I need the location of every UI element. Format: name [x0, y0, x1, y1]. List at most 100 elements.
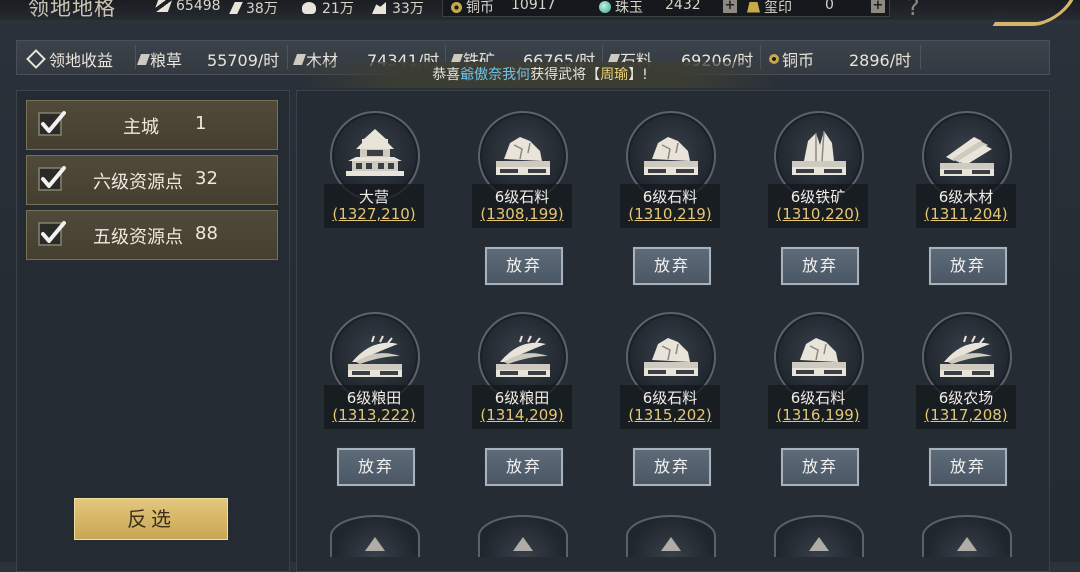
resource-value: 65498 [176, 0, 221, 14]
territory-tile-partial[interactable] [478, 515, 568, 557]
territory-tile[interactable]: 6级铁矿 (1310,220) 放弃 [744, 91, 884, 285]
tile-name: 6级石料 [494, 188, 550, 206]
wood-icon [940, 137, 994, 176]
resource-wood: 38万 [229, 0, 278, 18]
tile-name: 6级粮田 [494, 389, 550, 407]
tile-name: 6级粮田 [346, 389, 402, 407]
territory-tile[interactable]: 6级石料 (1310,219) 放弃 [596, 91, 736, 285]
filter-level5-resource[interactable]: 五级资源点 88 [26, 210, 278, 260]
notice-player-name[interactable]: 爺傲奈我何 [460, 67, 530, 83]
abandon-button[interactable]: 放弃 [633, 448, 711, 486]
grain-icon [940, 335, 994, 377]
resource-iron: 21万 [302, 0, 354, 18]
iron-icon [302, 2, 316, 14]
divider [135, 45, 136, 69]
territory-tile[interactable]: 6级石料 (1308,199) 放弃 [448, 91, 588, 285]
resource-value: 33万 [392, 1, 424, 17]
income-label: 铜币 [782, 51, 815, 70]
camp-icon [346, 129, 404, 176]
tile-coordinate-link[interactable]: (1313,222) [320, 406, 428, 424]
territory-tile-partial[interactable] [330, 515, 420, 557]
territory-tile-partial[interactable] [922, 515, 1012, 557]
grain-icon [136, 53, 151, 65]
tile-coordinate-link[interactable]: (1310,220) [764, 205, 872, 223]
filter-count: 88 [195, 223, 218, 244]
tile-coordinate-link[interactable]: (1327,210) [320, 205, 428, 223]
resource-icon [365, 537, 385, 551]
income-title: 领地收益 [26, 47, 114, 71]
jade-value: 2432 [665, 0, 701, 13]
add-seal-button[interactable]: + [871, 0, 885, 13]
stone-icon [792, 338, 846, 376]
filter-level6-resource[interactable]: 六级资源点 32 [26, 155, 278, 205]
resource-icon [957, 537, 977, 551]
invert-selection-button[interactable]: 反选 [74, 498, 228, 540]
copper-coin-icon [451, 1, 462, 13]
income-grain-value: 55709/时 [207, 51, 280, 70]
territory-tile[interactable]: 6级石料 (1316,199) 放弃 [744, 292, 884, 486]
diamond-icon [26, 49, 46, 69]
territory-tile[interactable]: 6级粮田 (1314,209) 放弃 [448, 292, 588, 486]
checkmark-icon [38, 221, 66, 246]
tile-name: 大营 [358, 188, 389, 206]
income-grain-label: 粮草 [136, 47, 182, 71]
help-icon[interactable]: ? [907, 0, 920, 21]
checkmark-icon [38, 166, 66, 191]
territory-tile[interactable]: 6级木材 (1311,204) 放弃 [892, 91, 1032, 285]
abandon-button[interactable]: 放弃 [485, 448, 563, 486]
stone-icon [372, 2, 386, 14]
stone-icon [644, 137, 698, 175]
territory-tile-partial[interactable] [626, 515, 716, 557]
abandon-button[interactable]: 放弃 [337, 448, 415, 486]
abandon-button[interactable]: 放弃 [633, 247, 711, 285]
currency-bar: 铜币 10917 珠玉 2432 + 玺印 0 + [442, 0, 890, 17]
add-jade-button[interactable]: + [723, 0, 737, 13]
abandon-button[interactable]: 放弃 [929, 247, 1007, 285]
abandon-button[interactable]: 放弃 [781, 247, 859, 285]
divider [920, 45, 921, 69]
broadcast-notice: 恭喜爺傲奈我何获得武将【周瑜】! [300, 62, 780, 88]
game-logo-icon [992, 0, 1074, 26]
territory-tile[interactable]: 6级粮田 (1313,222) 放弃 [300, 292, 440, 486]
grain-icon [496, 335, 550, 377]
tile-coordinate-link[interactable]: (1310,219) [616, 205, 724, 223]
territory-tile-partial[interactable] [774, 515, 864, 557]
notice-middle: 获得武将【 [530, 67, 601, 83]
tile-name: 6级石料 [642, 389, 698, 407]
abandon-button[interactable]: 放弃 [929, 448, 1007, 486]
wood-icon [229, 2, 243, 14]
tile-name: 6级木材 [938, 188, 994, 206]
territory-tile[interactable]: 6级农场 (1317,208) 放弃 [892, 292, 1032, 486]
resource-value: 38万 [246, 1, 278, 17]
resource-icon [513, 537, 533, 551]
grain-icon [348, 335, 402, 377]
resource-icon [809, 537, 829, 551]
currency-label: 珠玉 [615, 0, 643, 16]
currency-copper: 铜币 [451, 0, 494, 17]
stone-icon [644, 338, 698, 376]
tile-name: 6级石料 [790, 389, 846, 407]
filter-main-city[interactable]: 主城 1 [26, 100, 278, 150]
copper-value: 10917 [511, 0, 556, 13]
currency-seal: 玺印 [747, 0, 792, 17]
tile-coordinate-link[interactable]: (1316,199) [764, 406, 872, 424]
resource-stone: 33万 [372, 0, 424, 18]
tile-coordinate-link[interactable]: (1317,208) [912, 406, 1020, 424]
tile-coordinate-link[interactable]: (1308,199) [468, 205, 576, 223]
seal-icon [747, 1, 760, 13]
territory-grid: 大营 (1327,210) 6级石料 (1308,199) 放弃 6级石料 (1… [296, 90, 1050, 572]
currency-label: 玺印 [764, 0, 792, 16]
divider [287, 45, 288, 69]
tile-coordinate-link[interactable]: (1311,204) [912, 205, 1020, 223]
page-title: 领地地格 [28, 0, 116, 20]
abandon-button[interactable]: 放弃 [781, 448, 859, 486]
notice-suffix: 】! [628, 67, 648, 83]
tile-coordinate-link[interactable]: (1315,202) [616, 406, 724, 424]
income-title-text: 领地收益 [49, 51, 114, 70]
territory-tile[interactable]: 大营 (1327,210) [300, 91, 440, 281]
resource-icon [661, 537, 681, 551]
abandon-button[interactable]: 放弃 [485, 247, 563, 285]
iron-icon [792, 130, 846, 175]
territory-tile[interactable]: 6级石料 (1315,202) 放弃 [596, 292, 736, 486]
tile-coordinate-link[interactable]: (1314,209) [468, 406, 576, 424]
